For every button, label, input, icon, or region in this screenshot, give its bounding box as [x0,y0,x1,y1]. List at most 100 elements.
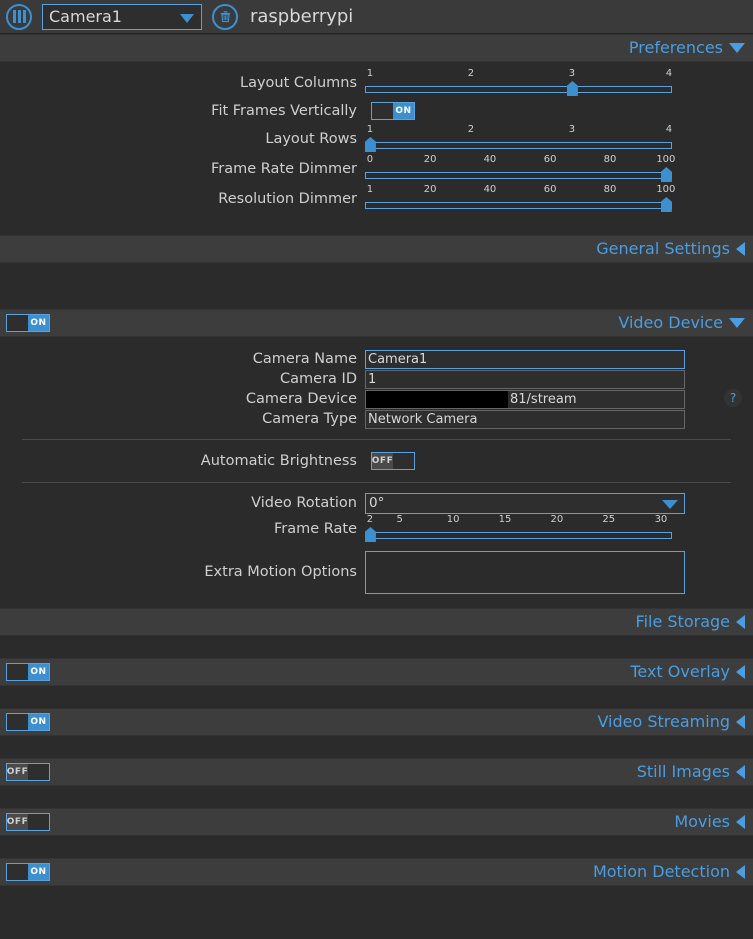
label-resolution-dimmer: Resolution Dimmer [218,190,357,207]
toggle-text-overlay[interactable]: ON [6,663,50,681]
toggle-knob [372,103,393,119]
tick-label: 10 [446,514,460,525]
camera-name-input[interactable]: Camera1 [365,349,685,369]
menu-button[interactable] [6,3,32,30]
extra-motion-options-input[interactable] [365,550,685,594]
chevron-left-icon[interactable] [736,615,745,629]
section-title-general-settings[interactable]: General Settings [596,241,736,257]
toggle-knob [7,315,28,331]
tick-label: 60 [543,184,557,195]
slider-resolution-dimmer[interactable]: 1 20 40 60 80 100 [365,184,675,214]
slider-handle[interactable] [660,167,672,182]
row-camera-id: Camera ID 1 [0,369,753,389]
toggle-automatic-brightness[interactable]: OFF [371,452,415,470]
slider-handle[interactable] [566,81,578,96]
section-header-general-settings[interactable]: General Settings [0,235,753,263]
chevron-left-icon[interactable] [736,242,745,256]
tick-label: 4 [665,68,673,79]
movies-panel [0,836,753,858]
section-title-text-overlay[interactable]: Text Overlay [630,664,736,680]
toggle-video-device[interactable]: ON [6,314,50,332]
slider-track[interactable] [365,142,672,149]
video-streaming-panel [0,736,753,758]
chevron-left-icon[interactable] [736,665,745,679]
section-header-video-device[interactable]: ON Video Device [0,309,753,337]
chevron-left-icon[interactable] [736,765,745,779]
slider-handle[interactable] [364,137,376,152]
toggle-label: ON [28,664,49,680]
section-title-motion-detection[interactable]: Motion Detection [593,864,736,880]
section-title-file-storage[interactable]: File Storage [636,614,736,630]
slider-handle[interactable] [364,527,376,542]
chevron-down-icon [180,13,194,23]
spacer [0,337,753,349]
section-header-motion-detection[interactable]: ON Motion Detection [0,858,753,886]
tick-label: 15 [498,514,512,525]
camera-type-value: Network Camera [368,411,478,427]
slider-layout-columns[interactable]: 1 2 3 4 [365,68,672,98]
chevron-down-icon[interactable] [729,43,745,53]
row-automatic-brightness: Automatic Brightness OFF [0,448,753,474]
slider-track[interactable] [365,532,672,539]
chevron-left-icon[interactable] [736,715,745,729]
section-header-movies[interactable]: OFF Movies [0,808,753,836]
label-layout-columns: Layout Columns [240,74,357,91]
video-rotation-select[interactable]: 0° [365,492,685,514]
label-video-rotation: Video Rotation [251,494,357,511]
tick-label: 40 [483,154,497,165]
toggle-label: OFF [7,814,28,830]
section-title-still-images[interactable]: Still Images [637,764,736,780]
section-header-still-images[interactable]: OFF Still Images [0,758,753,786]
slider-frame-rate[interactable]: 2 5 10 15 20 25 30 [364,514,672,544]
tick-label: 1 [366,124,374,135]
slider-handle[interactable] [660,197,672,212]
label-camera-type: Camera Type [262,410,357,427]
toggle-movies[interactable]: OFF [6,813,50,831]
section-title-preferences[interactable]: Preferences [629,40,729,56]
chevron-left-icon[interactable] [736,815,745,829]
toggle-knob [28,764,49,780]
slider-track[interactable] [365,202,672,209]
tick-label: 0 [366,154,374,165]
general-settings-panel [0,263,753,309]
tick-label: 2 [467,124,475,135]
tick-label: 80 [603,184,617,195]
tick-label: 4 [665,124,673,135]
camera-type-input[interactable]: Network Camera [365,409,685,429]
toggle-fit-frames-vertically[interactable]: ON [371,102,415,120]
row-frame-rate: Frame Rate 2 5 10 15 20 25 30 [0,514,753,544]
toggle-motion-detection[interactable]: ON [6,863,50,881]
video-rotation-value: 0° [369,495,385,511]
camera-id-input[interactable]: 1 [365,369,685,389]
camera-select[interactable]: Camera1 [42,3,202,30]
slider-layout-rows[interactable]: 1 2 3 4 [364,124,673,154]
section-header-video-streaming[interactable]: ON Video Streaming [0,708,753,736]
camera-id-value: 1 [368,371,377,387]
slider-frame-rate-dimmer[interactable]: 0 20 40 60 80 100 [365,154,675,184]
chevron-left-icon[interactable] [736,865,745,879]
slider-track[interactable] [365,172,672,179]
tick-label: 5 [396,514,403,525]
section-title-video-streaming[interactable]: Video Streaming [597,714,736,730]
section-header-file-storage[interactable]: File Storage [0,608,753,636]
row-layout-rows: Layout Rows 1 2 3 4 [0,124,753,154]
preferences-panel: Layout Columns 1 2 3 4 Fit Frames Vertic… [0,62,753,235]
section-header-text-overlay[interactable]: ON Text Overlay [0,658,753,686]
camera-device-input[interactable]: 81/stream [365,389,685,409]
section-header-preferences[interactable]: Preferences [0,34,753,62]
camera-select-value: Camera1 [49,8,122,25]
toggle-label: ON [28,714,49,730]
chevron-down-icon[interactable] [729,318,745,328]
section-title-video-device[interactable]: Video Device [618,315,729,331]
slider-track[interactable] [365,86,672,93]
toggle-still-images[interactable]: OFF [6,763,50,781]
help-icon[interactable]: ? [724,389,742,407]
toggle-knob [7,864,28,880]
tick-label: 3 [568,124,576,135]
section-title-movies[interactable]: Movies [674,814,736,830]
label-fit-frames-vertically: Fit Frames Vertically [211,102,357,119]
toggle-knob [7,714,28,730]
chevron-down-icon [662,500,678,509]
toggle-video-streaming[interactable]: ON [6,713,50,731]
delete-camera-button[interactable] [212,3,238,30]
